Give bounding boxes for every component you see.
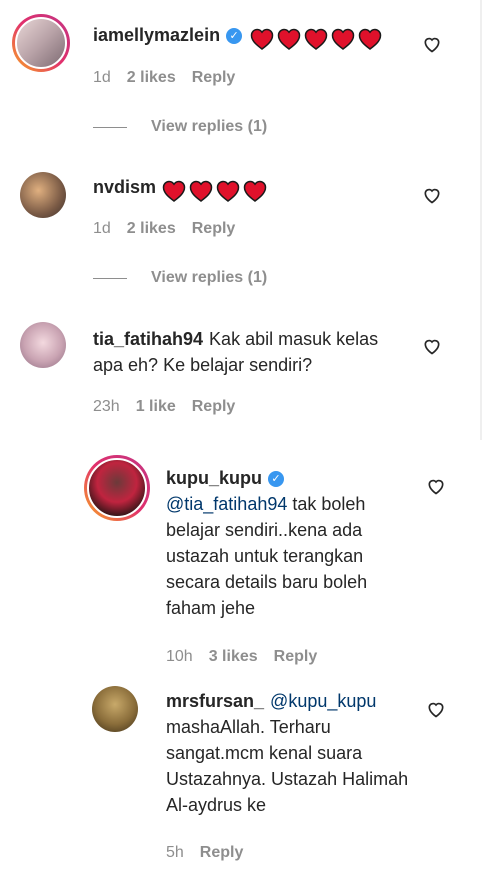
heart-like-icon[interactable] — [426, 699, 446, 719]
divider-line — [93, 126, 127, 128]
heart-like-icon[interactable] — [422, 336, 442, 356]
comment-time: 1d — [93, 220, 111, 237]
view-replies-label: View replies (1) — [151, 269, 268, 286]
mention-link[interactable]: @kupu_kupu — [270, 691, 376, 711]
red-heart-emoji-icon — [277, 28, 301, 51]
comment-meta: 1d 2 likes Reply — [93, 220, 235, 238]
view-replies-button[interactable]: View replies (1) — [93, 269, 267, 287]
comment-meta: 1d 2 likes Reply — [93, 69, 235, 87]
avatar[interactable] — [92, 686, 138, 732]
comment-username[interactable]: kupu_kupu — [166, 468, 262, 488]
red-heart-emoji-icon — [304, 28, 328, 51]
avatar[interactable] — [20, 322, 66, 368]
comment-text: iamellymazlein ✓ — [93, 22, 413, 51]
red-heart-emoji-icon — [358, 28, 382, 51]
comment-likes[interactable]: 3 likes — [209, 648, 258, 666]
comment-body: mashaAllah. Terharu sangat.mcm kenal sua… — [166, 717, 409, 815]
comment-likes[interactable]: 1 like — [136, 398, 176, 416]
heart-emoji-group — [250, 25, 385, 51]
verified-badge-icon: ✓ — [268, 471, 285, 487]
comment-username[interactable]: nvdism — [93, 177, 156, 197]
reply-button[interactable]: Reply — [192, 220, 236, 238]
view-replies-label: View replies (1) — [151, 118, 268, 135]
comment-likes[interactable]: 2 likes — [127, 220, 176, 238]
comment-meta: 23h 1 like Reply — [93, 398, 235, 416]
divider-line — [93, 277, 127, 279]
comment-time: 10h — [166, 648, 193, 665]
reply-button[interactable]: Reply — [200, 844, 244, 862]
reply-button[interactable]: Reply — [274, 648, 318, 666]
red-heart-emoji-icon — [331, 28, 355, 51]
red-heart-emoji-icon — [162, 180, 186, 203]
red-heart-emoji-icon — [189, 180, 213, 203]
comment-text: kupu_kupu ✓ @tia_fatihah94 tak boleh bela… — [166, 465, 416, 621]
comment-text: mrsfursan_ @kupu_kupu mashaAllah. Terharu… — [166, 688, 416, 818]
comment-username[interactable]: mrsfursan_ — [166, 691, 264, 711]
reply-button[interactable]: Reply — [192, 398, 236, 416]
comment-time: 1d — [93, 69, 111, 86]
comment-username[interactable]: iamellymazlein — [93, 25, 220, 45]
heart-like-icon[interactable] — [422, 185, 442, 205]
avatar[interactable] — [84, 455, 150, 521]
heart-like-icon[interactable] — [426, 476, 446, 496]
comment-meta: 10h 3 likes Reply — [166, 648, 317, 666]
verified-badge-icon: ✓ — [226, 28, 243, 44]
comment-time: 5h — [166, 844, 184, 861]
comment-meta: 5h Reply — [166, 844, 243, 862]
comment-likes[interactable]: 2 likes — [127, 69, 176, 87]
heart-like-icon[interactable] — [422, 34, 442, 54]
reply-button[interactable]: Reply — [192, 69, 236, 87]
red-heart-emoji-icon — [250, 28, 274, 51]
avatar[interactable] — [20, 172, 66, 218]
avatar[interactable] — [12, 14, 70, 72]
comment-username[interactable]: tia_fatihah94 — [93, 329, 203, 349]
heart-emoji-group — [162, 177, 270, 203]
comment-time: 23h — [93, 398, 120, 415]
comment-text: tia_fatihah94 Kak abil masuk kelas apa eh… — [93, 326, 413, 378]
mention-link[interactable]: @tia_fatihah94 — [166, 494, 287, 514]
comment-text: nvdism — [93, 174, 413, 203]
red-heart-emoji-icon — [216, 180, 240, 203]
red-heart-emoji-icon — [243, 180, 267, 203]
view-replies-button[interactable]: View replies (1) — [93, 118, 267, 136]
